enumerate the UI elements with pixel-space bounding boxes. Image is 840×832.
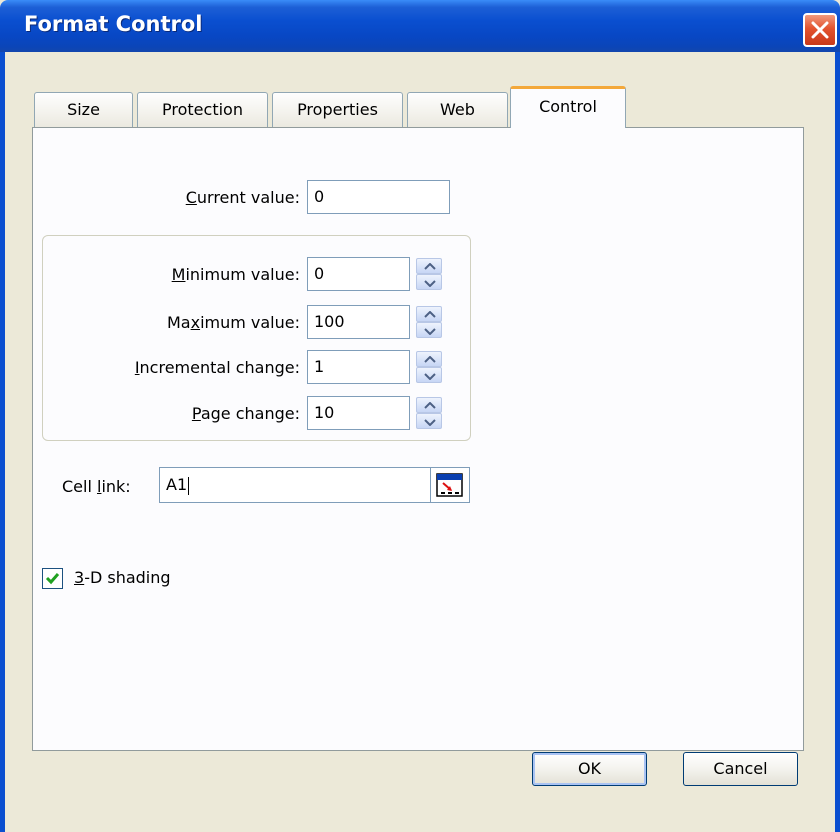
collapse-dialog-button[interactable]	[430, 467, 470, 503]
minimum-value-spinner[interactable]	[416, 257, 442, 291]
minimum-value-label-text: inimum value:	[185, 265, 300, 284]
maximum-value-spinner[interactable]	[416, 305, 442, 339]
3d-shading-label-text: -D shading	[84, 568, 171, 587]
spin-down-arrow-icon	[424, 280, 436, 287]
cell-link-value: A1	[166, 475, 188, 494]
maximum-value-label-accel: x	[190, 313, 201, 332]
spin-down-arrow-icon	[424, 328, 436, 335]
3d-shading-label-accel: 3	[74, 568, 85, 587]
minimum-value-label: Minimum value:	[172, 265, 300, 284]
incremental-change-label-text: ncremental change:	[139, 358, 300, 377]
page-change-label-accel: P	[191, 404, 201, 423]
current-value-label-accel: C	[185, 188, 197, 207]
spin-up-arrow-icon	[424, 263, 436, 270]
page-change-label: Page change:	[192, 404, 300, 423]
format-control-dialog: Format Control Size Protection Propertie…	[0, 0, 840, 832]
cell-link-label: Cell link:	[62, 477, 131, 496]
checkmark-icon	[45, 573, 60, 585]
page-change-input[interactable]: 10	[307, 396, 410, 430]
current-value-input[interactable]: 0	[307, 180, 450, 214]
cell-link-label-prefix: Cell	[62, 477, 97, 496]
text-cursor	[188, 476, 190, 495]
page-change-label-text: age change:	[200, 404, 300, 423]
3d-shading-checkbox[interactable]	[42, 568, 63, 589]
spin-down-button[interactable]	[416, 322, 442, 338]
current-value-label: Current value:	[186, 188, 300, 207]
incremental-change-label: Incremental change:	[135, 358, 300, 377]
incremental-change-spinner[interactable]	[416, 350, 442, 384]
spin-up-arrow-icon	[424, 311, 436, 318]
minimum-value-label-accel: M	[171, 265, 186, 284]
page-change-spinner[interactable]	[416, 396, 442, 430]
spin-up-button[interactable]	[416, 258, 442, 274]
spin-down-arrow-icon	[424, 419, 436, 426]
cell-link-input[interactable]: A1	[159, 467, 431, 503]
spin-up-button[interactable]	[416, 351, 442, 367]
spin-down-button[interactable]	[416, 274, 442, 290]
spin-up-arrow-icon	[424, 402, 436, 409]
current-value-label-text: urrent value:	[196, 188, 300, 207]
collapse-dialog-icon	[436, 473, 463, 497]
control-tab-content: Current value: 0 Minimum value: 0 Maximu…	[0, 0, 840, 832]
spin-down-button[interactable]	[416, 413, 442, 429]
spin-up-button[interactable]	[416, 397, 442, 413]
spin-down-button[interactable]	[416, 367, 442, 383]
cell-link-label-text: ink:	[101, 477, 131, 496]
maximum-value-label: Maximum value:	[167, 313, 300, 332]
spin-up-arrow-icon	[424, 356, 436, 363]
incremental-change-input[interactable]: 1	[307, 350, 410, 384]
minimum-value-input[interactable]: 0	[307, 257, 410, 291]
maximum-value-label-text: imum value:	[200, 313, 300, 332]
spin-down-arrow-icon	[424, 373, 436, 380]
maximum-value-input[interactable]: 100	[307, 305, 410, 339]
maximum-value-label-prefix: Ma	[166, 313, 191, 332]
spin-up-button[interactable]	[416, 306, 442, 322]
3d-shading-label[interactable]: 3-D shading	[74, 568, 171, 587]
